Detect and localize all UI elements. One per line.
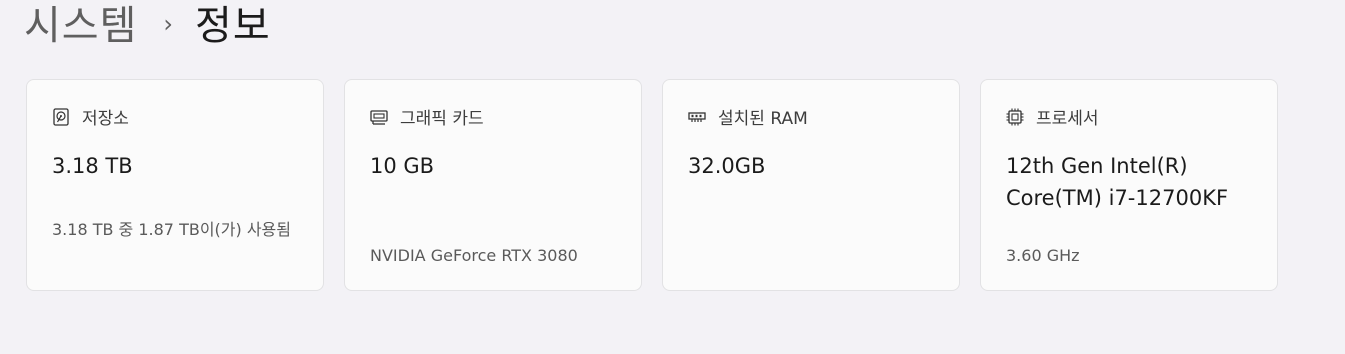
processor-label: 프로세서 (1036, 109, 1099, 129)
processor-clock-speed: 3.60 GHz (1006, 246, 1080, 265)
storage-total-value: 3.18 TB (52, 154, 133, 178)
installed-ram-header: 설치된 RAM (688, 104, 808, 129)
breadcrumb: 시스템 › 정보 (24, 0, 271, 52)
system-spec-cards: 저장소 3.18 TB 3.18 TB 중 1.87 TB이(가) 사용됨 그래… (26, 79, 1278, 291)
storage-card: 저장소 3.18 TB 3.18 TB 중 1.87 TB이(가) 사용됨 (26, 79, 324, 291)
graphics-card-header: 그래픽 카드 (370, 104, 484, 129)
processor-card-header: 프로세서 (1006, 104, 1099, 129)
storage-drive-icon (52, 107, 70, 126)
processor-card: 프로세서 12th Gen Intel(R) Core(TM) i7-12700… (980, 79, 1278, 291)
page-title: 정보 (195, 3, 271, 49)
storage-usage-detail: 3.18 TB 중 1.87 TB이(가) 사용됨 (52, 220, 291, 239)
processor-model-value: 12th Gen Intel(R) Core(TM) i7-12700KF (1006, 154, 1229, 210)
installed-ram-card: 설치된 RAM 32.0GB (662, 79, 960, 291)
graphics-card-label: 그래픽 카드 (400, 109, 484, 129)
graphics-card-model: NVIDIA GeForce RTX 3080 (370, 246, 578, 265)
installed-ram-label: 설치된 RAM (718, 109, 808, 129)
storage-card-header: 저장소 (52, 104, 129, 129)
graphics-card-icon (370, 108, 388, 126)
storage-label: 저장소 (82, 109, 129, 129)
processor-chip-icon (1006, 108, 1024, 126)
breadcrumb-system-link[interactable]: 시스템 (24, 0, 137, 51)
chevron-right-icon: › (163, 10, 174, 38)
graphics-card-card: 그래픽 카드 10 GB NVIDIA GeForce RTX 3080 (344, 79, 642, 291)
ram-module-icon (688, 108, 706, 126)
graphics-memory-value: 10 GB (370, 154, 435, 178)
installed-ram-value: 32.0GB (688, 154, 766, 178)
